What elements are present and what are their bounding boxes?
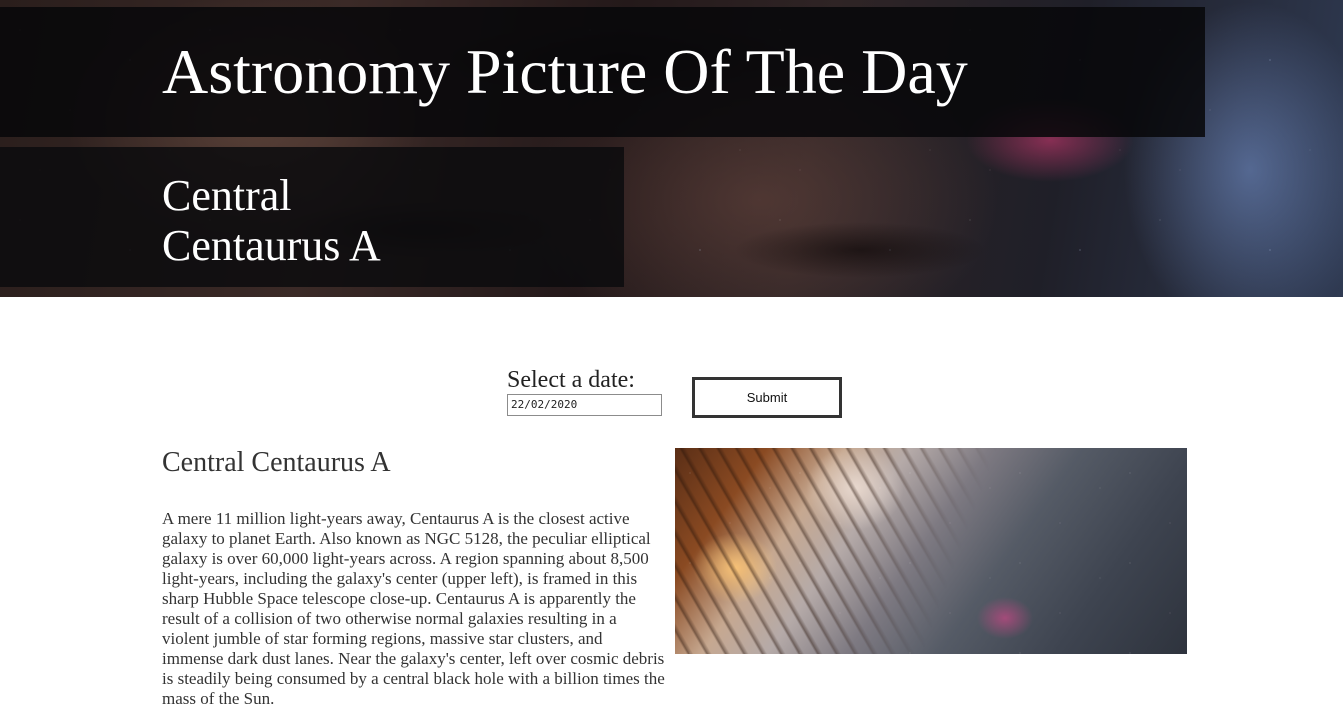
article-title: Central Centaurus A (162, 447, 391, 478)
site-title-band: Astronomy Picture Of The Day (0, 7, 1205, 137)
date-input[interactable]: 22/02/2020 (507, 394, 662, 416)
header-banner: Astronomy Picture Of The Day Central Cen… (0, 0, 1343, 297)
picture-title: Central Centaurus A (162, 171, 381, 270)
date-form: Select a date: 22/02/2020 (507, 367, 662, 416)
site-title: Astronomy Picture Of The Day (162, 36, 968, 107)
submit-button[interactable]: Submit (692, 377, 842, 418)
image-starfield (675, 448, 1187, 654)
apod-image (675, 448, 1187, 654)
picture-title-band: Central Centaurus A (0, 147, 624, 287)
date-label: Select a date: (507, 367, 635, 393)
article-explanation: A mere 11 million light-years away, Cent… (162, 509, 665, 708)
